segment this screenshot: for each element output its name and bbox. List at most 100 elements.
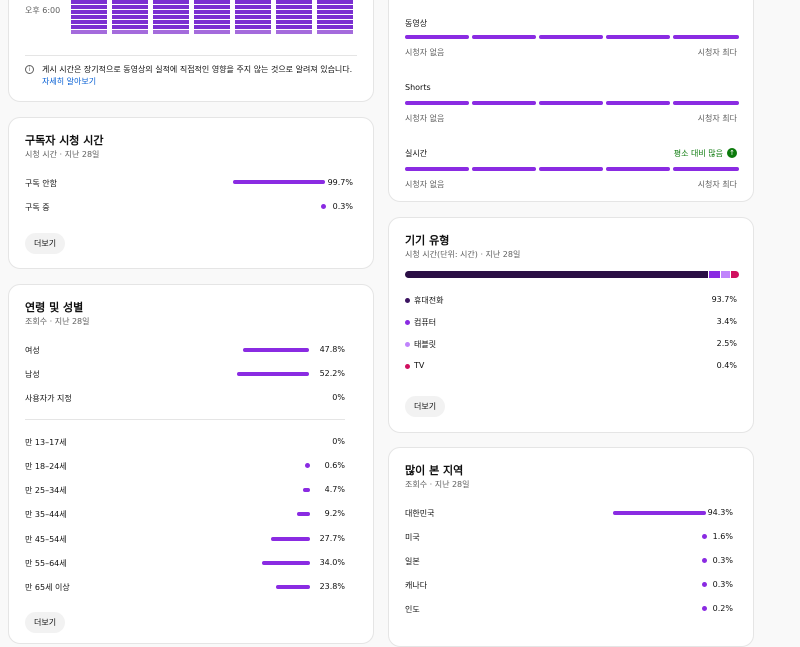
viewer-scale-bar (405, 35, 739, 39)
card-subtitle: 시청 시간 · 지난 28일 (25, 150, 100, 159)
heatmap-col (194, 0, 230, 35)
list-item-label: 태블릿 (414, 340, 437, 349)
device-stacked-bar (405, 271, 739, 278)
scale-max-label: 시청자 최다 (697, 180, 737, 189)
heatmap-col (276, 0, 312, 35)
percentage-value: 52.2% (319, 369, 345, 378)
heatmap-time-label: 오후 6:00 (25, 6, 61, 15)
card-title: 많이 본 지역 (405, 464, 464, 477)
percentage-value: 0% (332, 393, 345, 402)
age-gender-card: 연령 및 성별 조회수 · 지난 28일 여성 47.8% 남성 52.2% 사… (8, 284, 374, 644)
list-item-label: 구독 안함 (25, 179, 57, 188)
card-subtitle: 조회수 · 지난 28일 (25, 317, 90, 326)
list-item-label: TV (414, 361, 425, 370)
age-label: 만 65세 이상 (25, 583, 70, 592)
age-label: 만 18–24세 (25, 462, 67, 471)
card-title: 구독자 시청 시간 (25, 134, 104, 147)
percentage-value: 93.7% (711, 295, 737, 304)
legend-dot (405, 364, 410, 369)
scale-min-label: 시청자 없음 (405, 48, 445, 57)
learn-more-link[interactable]: 자세히 알아보기 (42, 77, 96, 86)
legend-dot (405, 342, 410, 347)
heatmap-grid (71, 0, 371, 39)
age-label: 만 45–54세 (25, 535, 67, 544)
legend-dot (405, 320, 410, 325)
above-average-badge: 평소 대비 많음 (673, 149, 723, 158)
device-type-card: 기기 유형 시청 시간(단위: 시간) · 지난 28일 휴대전화 93.7% … (388, 217, 754, 433)
viewer-row-label: 동영상 (405, 19, 428, 28)
percentage-value: 3.4% (716, 317, 737, 326)
percentage-value: 0.3% (712, 556, 733, 565)
percentage-value: 23.8% (319, 582, 345, 591)
heatmap-col (71, 0, 107, 35)
country-label: 일본 (405, 557, 420, 566)
legend-dot (405, 298, 410, 303)
percentage-bar (262, 561, 310, 565)
percentage-value: 0% (332, 437, 345, 446)
gender-label: 남성 (25, 370, 40, 379)
percentage-value: 0.6% (324, 461, 345, 470)
list-item-label: 구독 중 (25, 203, 50, 212)
gender-label: 여성 (25, 346, 40, 355)
country-label: 미국 (405, 533, 420, 542)
posting-time-card: 오후 6:00 i 게시 시간은 장기적으로 동영상의 실적에 직접적인 영향을… (8, 0, 374, 102)
viewer-row-label: 실시간 (405, 149, 428, 158)
card-subtitle: 조회수 · 지난 28일 (405, 480, 470, 489)
viewer-row-label: Shorts (405, 83, 431, 92)
percentage-value: 27.7% (319, 534, 345, 543)
heatmap-col (235, 0, 271, 35)
scale-min-label: 시청자 없음 (405, 114, 445, 123)
heatmap-note: 게시 시간은 장기적으로 동영상의 실적에 직접적인 영향을 주지 않는 것으로… (42, 64, 362, 88)
percentage-value: 0.3% (712, 580, 733, 589)
percentage-value: 0.2% (712, 604, 733, 613)
age-label: 만 55–64세 (25, 559, 67, 568)
list-item-label: 휴대전화 (414, 296, 444, 305)
card-subtitle: 시청 시간(단위: 시간) · 지난 28일 (405, 250, 521, 259)
percentage-bar (233, 180, 325, 184)
divider (25, 419, 345, 420)
heatmap-note-text: 게시 시간은 장기적으로 동영상의 실적에 직접적인 영향을 주지 않는 것으로… (42, 65, 353, 74)
card-title: 연령 및 성별 (25, 301, 84, 314)
card-title: 기기 유형 (405, 234, 450, 247)
info-icon: i (25, 65, 34, 74)
heatmap-col (153, 0, 189, 35)
scale-max-label: 시청자 최다 (697, 114, 737, 123)
gender-label: 사용자가 지정 (25, 394, 72, 403)
see-more-button[interactable]: 더보기 (405, 396, 446, 417)
device-segment-computer (709, 271, 721, 278)
percentage-value: 47.8% (319, 345, 345, 354)
scale-max-label: 시청자 최다 (697, 48, 737, 57)
viewer-type-card: 동영상 시청자 없음 시청자 최다 Shorts 시청자 없음 시청자 최다 실… (388, 0, 754, 202)
percentage-value: 34.0% (319, 558, 345, 567)
country-label: 인도 (405, 605, 420, 614)
subscriber-watch-time-card: 구독자 시청 시간 시청 시간 · 지난 28일 구독 안함 99.7% 구독 … (8, 117, 374, 269)
see-more-button[interactable]: 더보기 (25, 233, 66, 254)
device-segment-tablet (721, 271, 731, 278)
see-more-button[interactable]: 더보기 (25, 612, 66, 633)
percentage-value: 4.7% (324, 485, 345, 494)
viewer-scale-bar (405, 167, 739, 171)
viewer-scale-bar (405, 101, 739, 105)
device-segment-phone (405, 271, 709, 278)
device-segment-tv (731, 271, 739, 278)
percentage-value: 9.2% (324, 509, 345, 518)
percentage-value: 94.3% (707, 508, 733, 517)
age-label: 만 25–34세 (25, 486, 67, 495)
country-label: 대한민국 (405, 509, 435, 518)
percentage-value: 0.4% (716, 361, 737, 370)
percentage-bar (237, 372, 309, 376)
age-label: 만 35–44세 (25, 510, 67, 519)
percentage-value: 2.5% (716, 339, 737, 348)
percentage-value: 1.6% (712, 532, 733, 541)
age-label: 만 13–17세 (25, 438, 67, 447)
percentage-value: 0.3% (332, 202, 353, 211)
divider (25, 55, 357, 56)
list-item-label: 컴퓨터 (414, 318, 437, 327)
heatmap-col (112, 0, 148, 35)
arrow-up-icon: ↑ (727, 148, 737, 158)
scale-min-label: 시청자 없음 (405, 180, 445, 189)
percentage-bar (243, 348, 309, 352)
country-label: 캐나다 (405, 581, 428, 590)
percentage-value: 99.7% (327, 178, 353, 187)
heatmap-col (317, 0, 353, 35)
